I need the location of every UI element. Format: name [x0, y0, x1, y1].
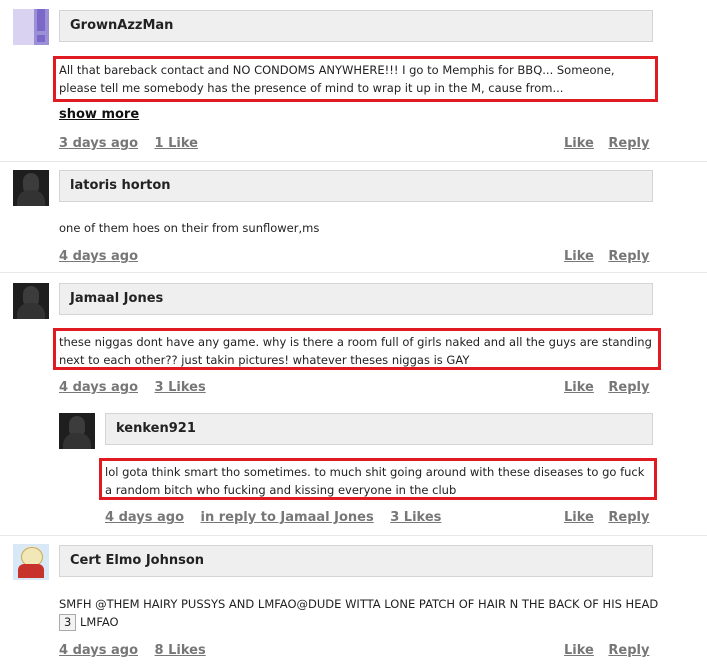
- comment-actions: Like Reply: [554, 380, 649, 395]
- author-name[interactable]: kenken921: [116, 421, 196, 436]
- in-reply-to-link[interactable]: in reply to Jamaal Jones: [201, 510, 374, 525]
- timestamp-link[interactable]: 3 days ago: [59, 136, 138, 151]
- divider: [0, 161, 707, 162]
- divider: [0, 272, 707, 273]
- reply-button[interactable]: Reply: [608, 643, 649, 658]
- comment-body: lol gota think smart tho sometimes. to m…: [105, 465, 645, 497]
- comment-actions: Like Reply: [554, 249, 649, 264]
- comment-item: latoris horton one of them hoes on their…: [0, 165, 707, 270]
- comment-text: one of them hoes on their from sunflower…: [59, 219, 654, 237]
- avatar-icon[interactable]: [13, 544, 49, 580]
- likes-count-link[interactable]: 3 Likes: [155, 380, 206, 395]
- timestamp-link[interactable]: 4 days ago: [59, 380, 138, 395]
- avatar-icon[interactable]: [13, 9, 49, 45]
- comment-text: lol gota think smart tho sometimes. to m…: [99, 458, 657, 500]
- avatar-icon[interactable]: [59, 413, 95, 449]
- divider: [0, 535, 707, 536]
- comment-author[interactable]: GrownAzzMan: [59, 10, 653, 42]
- comment-text: these niggas dont have any game. why is …: [53, 328, 661, 370]
- like-button[interactable]: Like: [564, 136, 594, 151]
- comment-body: one of them hoes on their from sunflower…: [59, 221, 320, 235]
- comment-author[interactable]: kenken921: [105, 413, 653, 445]
- like-button[interactable]: Like: [564, 380, 594, 395]
- like-button[interactable]: Like: [564, 510, 594, 525]
- comment-meta: 3 days ago 1 Like: [59, 136, 210, 151]
- author-name[interactable]: latoris horton: [70, 178, 171, 193]
- reply-button[interactable]: Reply: [608, 510, 649, 525]
- like-button[interactable]: Like: [564, 643, 594, 658]
- likes-count-link[interactable]: 8 Likes: [155, 643, 206, 658]
- author-name[interactable]: Jamaal Jones: [70, 291, 163, 306]
- comment-item: GrownAzzMan All that bareback contact an…: [0, 0, 707, 165]
- likes-count-link[interactable]: 3 Likes: [390, 510, 441, 525]
- comment-meta: 4 days ago: [59, 249, 150, 264]
- reply-button[interactable]: Reply: [608, 380, 649, 395]
- comment-body-tail: LMFAO: [79, 615, 119, 629]
- reply-button[interactable]: Reply: [608, 249, 649, 264]
- comment-body: All that bareback contact and NO CONDOMS…: [59, 63, 615, 95]
- comment-actions: Like Reply: [554, 510, 649, 525]
- avatar-icon[interactable]: [13, 170, 49, 206]
- comment-body: these niggas dont have any game. why is …: [59, 335, 652, 367]
- comment-meta: 4 days ago 3 Likes: [59, 380, 218, 395]
- comment-actions: Like Reply: [554, 643, 649, 658]
- comment-meta: 4 days ago in reply to Jamaal Jones 3 Li…: [105, 510, 453, 525]
- comment-author[interactable]: Jamaal Jones: [59, 283, 653, 315]
- comment-item: Jamaal Jones these niggas dont have any …: [0, 278, 707, 403]
- comment-author[interactable]: latoris horton: [59, 170, 653, 202]
- timestamp-link[interactable]: 4 days ago: [59, 249, 138, 264]
- likes-count-link[interactable]: 1 Like: [155, 136, 198, 151]
- comment-body: SMFH @THEM HAIRY PUSSYS AND LMFAO@DUDE W…: [59, 597, 659, 611]
- comment-text: SMFH @THEM HAIRY PUSSYS AND LMFAO@DUDE W…: [59, 595, 659, 631]
- comment-actions: Like Reply: [554, 136, 649, 151]
- comment-text: All that bareback contact and NO CONDOMS…: [53, 56, 658, 102]
- avatar-icon[interactable]: [13, 283, 49, 319]
- comment-author[interactable]: Cert Elmo Johnson: [59, 545, 653, 577]
- comment-item: Cert Elmo Johnson SMFH @THEM HAIRY PUSSY…: [0, 540, 707, 671]
- show-more-link[interactable]: show more: [59, 107, 139, 122]
- like-button[interactable]: Like: [564, 249, 594, 264]
- author-name[interactable]: Cert Elmo Johnson: [70, 553, 204, 568]
- timestamp-link[interactable]: 4 days ago: [105, 510, 184, 525]
- reply-button[interactable]: Reply: [608, 136, 649, 151]
- reply-item: kenken921 lol gota think smart tho somet…: [0, 408, 707, 533]
- comment-meta: 4 days ago 8 Likes: [59, 643, 218, 658]
- author-name[interactable]: GrownAzzMan: [70, 18, 173, 33]
- inline-badge: 3: [59, 614, 77, 631]
- timestamp-link[interactable]: 4 days ago: [59, 643, 138, 658]
